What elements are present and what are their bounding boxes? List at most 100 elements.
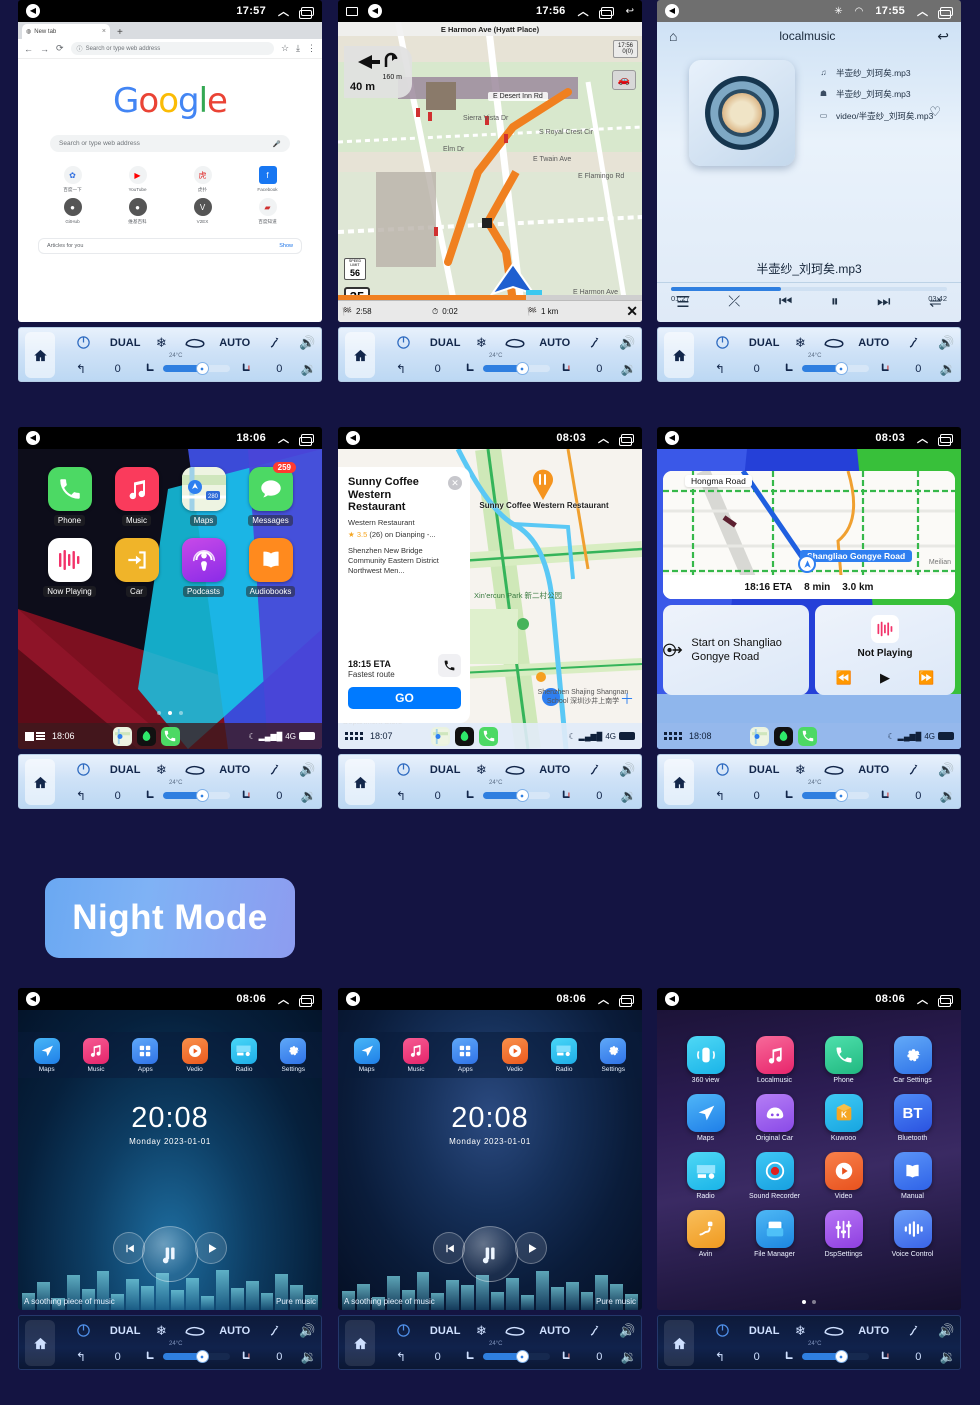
- defrost-button[interactable]: [895, 762, 932, 778]
- dual-button[interactable]: DUAL: [424, 1325, 467, 1337]
- auto-button[interactable]: AUTO: [852, 337, 895, 349]
- app-file-manager[interactable]: File Manager: [740, 1210, 809, 1258]
- back-button[interactable]: ↰: [702, 789, 738, 803]
- dock-app-radio[interactable]: Radio: [550, 1037, 577, 1073]
- volume-down-button[interactable]: 🔉: [936, 788, 961, 804]
- omnibox-input[interactable]: ⓘ Search or type web address: [70, 42, 274, 55]
- reload-icon[interactable]: ⟳: [56, 43, 64, 54]
- seat-left-button[interactable]: [136, 362, 162, 376]
- home-button[interactable]: [345, 1320, 375, 1366]
- power-button[interactable]: [702, 762, 743, 777]
- chevron-up-icon[interactable]: ︿: [578, 3, 589, 19]
- ac-button[interactable]: ❄: [467, 762, 497, 778]
- ac-button[interactable]: ❄: [786, 1323, 816, 1339]
- dual-button[interactable]: DUAL: [424, 337, 467, 349]
- auto-button[interactable]: AUTO: [533, 764, 576, 776]
- chrome-tab[interactable]: ◍ New tab ×: [22, 24, 110, 39]
- seat-left-button[interactable]: [456, 1350, 482, 1364]
- back-icon[interactable]: ◀: [346, 431, 360, 445]
- page-dot[interactable]: [179, 711, 183, 715]
- cp-app-car[interactable]: Car: [103, 538, 170, 597]
- recents-icon[interactable]: [938, 6, 953, 19]
- volume-up-button[interactable]: 🔊: [613, 762, 641, 778]
- chevron-up-icon[interactable]: ︿: [598, 991, 609, 1007]
- slider-knob[interactable]: [195, 789, 209, 802]
- microphone-icon[interactable]: 🎤: [273, 140, 281, 148]
- app-avin[interactable]: Avin: [671, 1210, 740, 1258]
- ac-button[interactable]: ❄: [467, 335, 497, 351]
- volume-down-button[interactable]: 🔉: [297, 1349, 322, 1365]
- cp-app-podcasts[interactable]: Podcasts: [170, 538, 237, 597]
- go-button[interactable]: GO: [348, 687, 461, 709]
- dual-button[interactable]: DUAL: [743, 1325, 786, 1337]
- forward-icon[interactable]: →: [40, 44, 49, 54]
- seat-left-button[interactable]: [136, 789, 162, 803]
- cp-app-now-playing[interactable]: Now Playing: [36, 538, 103, 597]
- back-button[interactable]: ↰: [63, 1350, 99, 1364]
- seat-right-button[interactable]: [550, 789, 583, 803]
- recents-icon[interactable]: [598, 6, 614, 19]
- back-icon[interactable]: ←: [24, 44, 33, 54]
- defrost-button[interactable]: [895, 1323, 932, 1339]
- app-drawer-icon[interactable]: [664, 732, 682, 740]
- app-sound-recorder[interactable]: Sound Recorder: [740, 1152, 809, 1200]
- app-drawer-icon[interactable]: [25, 731, 45, 741]
- green-app-icon[interactable]: [455, 726, 475, 746]
- seat-right-button[interactable]: [550, 1350, 583, 1364]
- shortcut-item[interactable]: ✿ 百度一下: [40, 166, 105, 193]
- ac-button[interactable]: ❄: [786, 762, 816, 778]
- volume-up-button[interactable]: 🔊: [932, 762, 960, 778]
- app-bluetooth[interactable]: BT Bluetooth: [878, 1094, 947, 1142]
- volume-down-button[interactable]: 🔉: [297, 361, 322, 377]
- seat-left-button[interactable]: [775, 1350, 801, 1364]
- dock-app-maps[interactable]: Maps: [353, 1037, 380, 1073]
- fast-forward-icon[interactable]: ⏩: [918, 670, 934, 686]
- back-icon[interactable]: ◀: [346, 992, 360, 1006]
- app-360-view[interactable]: 360 view: [671, 1036, 740, 1084]
- green-app-icon[interactable]: [774, 726, 794, 746]
- chevron-up-icon[interactable]: ︿: [278, 991, 289, 1007]
- dock-app-settings[interactable]: Settings: [280, 1037, 307, 1073]
- home-button[interactable]: [664, 332, 694, 378]
- slider-knob[interactable]: [195, 362, 209, 375]
- home-icon[interactable]: [346, 6, 358, 16]
- volume-up-button[interactable]: 🔊: [932, 335, 960, 351]
- app-original-car[interactable]: Original Car: [740, 1094, 809, 1142]
- shortcut-item[interactable]: ● 维基百科: [105, 198, 170, 225]
- ac-button[interactable]: ❄: [147, 762, 177, 778]
- seat-left-button[interactable]: [775, 362, 801, 376]
- play-icon[interactable]: [195, 1232, 227, 1264]
- app-manual[interactable]: Manual: [878, 1152, 947, 1200]
- power-button[interactable]: [63, 335, 104, 350]
- call-button[interactable]: [438, 654, 461, 677]
- app-kuwooo[interactable]: K Kuwooo: [809, 1094, 878, 1142]
- back-icon[interactable]: ◀: [665, 992, 679, 1006]
- recirculate-button[interactable]: [815, 764, 852, 776]
- equalizer-icon[interactable]: ⇌: [929, 293, 942, 311]
- shortcut-item[interactable]: 虎虎扑: [170, 166, 235, 193]
- play-icon[interactable]: [515, 1232, 547, 1264]
- app-localmusic[interactable]: Localmusic: [740, 1036, 809, 1084]
- chevron-up-icon[interactable]: ︿: [278, 430, 289, 446]
- maps-icon[interactable]: [431, 726, 451, 746]
- cp-app-maps[interactable]: 280 Maps: [170, 467, 237, 526]
- shortcut-item[interactable]: ▶ YouTube: [105, 166, 170, 193]
- back-button[interactable]: ↰: [383, 1350, 419, 1364]
- seat-right-button[interactable]: [869, 789, 902, 803]
- home-button[interactable]: [664, 759, 694, 805]
- ac-button[interactable]: ❄: [147, 1323, 177, 1339]
- slider-knob[interactable]: [834, 362, 848, 375]
- volume-up-button[interactable]: 🔊: [293, 1323, 321, 1339]
- auto-button[interactable]: AUTO: [533, 337, 576, 349]
- power-button[interactable]: [63, 762, 104, 777]
- seat-right-button[interactable]: [869, 1350, 902, 1364]
- nav-player-card[interactable]: Not Playing ⏪ ▶ ⏩: [815, 605, 955, 695]
- auto-button[interactable]: AUTO: [213, 337, 256, 349]
- volume-down-button[interactable]: 🔉: [936, 361, 961, 377]
- defrost-button[interactable]: [576, 1323, 613, 1339]
- volume-up-button[interactable]: 🔊: [613, 335, 641, 351]
- page-dot[interactable]: [812, 1300, 816, 1304]
- dock-app-radio[interactable]: Radio: [230, 1037, 257, 1073]
- back-button[interactable]: ↰: [702, 1350, 738, 1364]
- map-pin[interactable]: [528, 467, 558, 501]
